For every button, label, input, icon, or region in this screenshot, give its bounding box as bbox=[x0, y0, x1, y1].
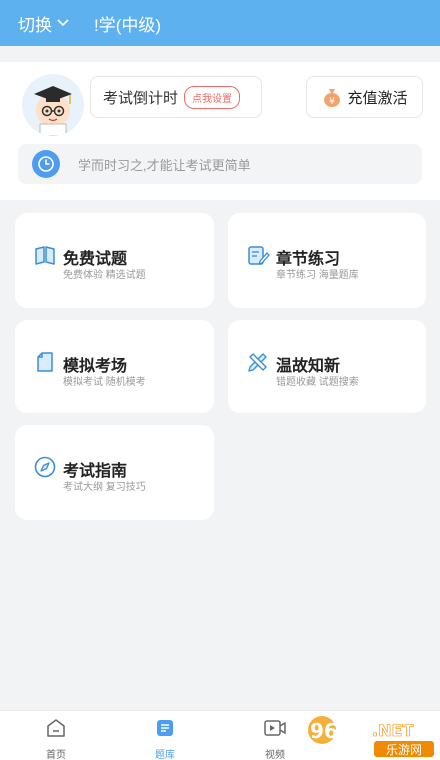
doctor-avatar-icon bbox=[34, 86, 72, 136]
home-icon bbox=[47, 719, 65, 737]
nav-item-video[interactable]: 视频 bbox=[245, 717, 305, 760]
compass-icon bbox=[34, 456, 56, 478]
switch-button[interactable]: 切换 bbox=[18, 11, 70, 36]
nav-label: 视频 bbox=[265, 750, 285, 760]
recharge-label: 充值激活 bbox=[347, 89, 408, 107]
watermark-number: 962 bbox=[310, 719, 352, 743]
watermark-suffix: .NET bbox=[372, 721, 413, 740]
document-icon bbox=[37, 352, 53, 372]
money-bag-icon: ¥ bbox=[324, 89, 341, 107]
card-chapter-practice[interactable]: 章节练习 章节练习 海量题库 bbox=[228, 213, 426, 308]
nav-label: 题库 bbox=[155, 750, 175, 760]
clock-icon bbox=[32, 150, 60, 178]
chevron-down-icon bbox=[57, 19, 69, 27]
edit-note-icon bbox=[248, 246, 270, 265]
set-countdown-badge[interactable]: 点我设置 bbox=[184, 85, 241, 109]
nav-label: 首页 bbox=[46, 750, 66, 760]
exam-countdown-button[interactable]: 考试倒计时 点我设置 bbox=[90, 76, 262, 118]
countdown-label: 考试倒计时 bbox=[103, 89, 179, 107]
question-bank-icon bbox=[157, 720, 173, 736]
avatar[interactable] bbox=[22, 74, 84, 136]
motto-text: 学而时习之,才能让考试更简单 bbox=[78, 157, 251, 173]
switch-label: 切换 bbox=[18, 15, 52, 35]
card-subtitle: 错题收藏 试题搜索 bbox=[276, 377, 359, 388]
page-title: !学(中级) bbox=[94, 15, 162, 35]
card-review[interactable]: 温故知新 错题收藏 试题搜索 bbox=[228, 320, 426, 413]
top-bar: 切换 !学(中级) bbox=[0, 0, 440, 46]
svg-text:¥: ¥ bbox=[330, 97, 336, 107]
video-icon bbox=[264, 720, 286, 736]
watermark-site: 乐游网 bbox=[386, 743, 422, 757]
card-mock-exam[interactable]: 模拟考场 模拟考试 随机模考 bbox=[15, 320, 214, 413]
header-card: 考试倒计时 点我设置 ¥ 充值激活 学而时习之,才能让考试更简单 bbox=[0, 62, 440, 200]
card-subtitle: 模拟考试 随机模考 bbox=[63, 377, 146, 388]
card-exam-guide[interactable]: 考试指南 考试大纲 复习技巧 bbox=[15, 425, 214, 520]
pencil-ruler-icon bbox=[248, 353, 267, 372]
nav-item-home[interactable]: 首页 bbox=[26, 717, 86, 760]
card-subtitle: 免费体验 精选试题 bbox=[63, 270, 146, 281]
card-subtitle: 考试大纲 复习技巧 bbox=[63, 482, 146, 493]
card-free-questions[interactable]: 免费试题 免费体验 精选试题 bbox=[15, 213, 214, 308]
nav-item-question-bank[interactable]: 题库 bbox=[135, 717, 195, 760]
watermark-logo: 962 .NET 乐游网 bbox=[300, 712, 440, 758]
card-subtitle: 章节练习 海量题库 bbox=[276, 270, 359, 281]
motto-banner: 学而时习之,才能让考试更简单 bbox=[18, 144, 422, 184]
recharge-activate-button[interactable]: ¥ 充值激活 bbox=[306, 76, 423, 118]
book-icon bbox=[35, 246, 55, 265]
